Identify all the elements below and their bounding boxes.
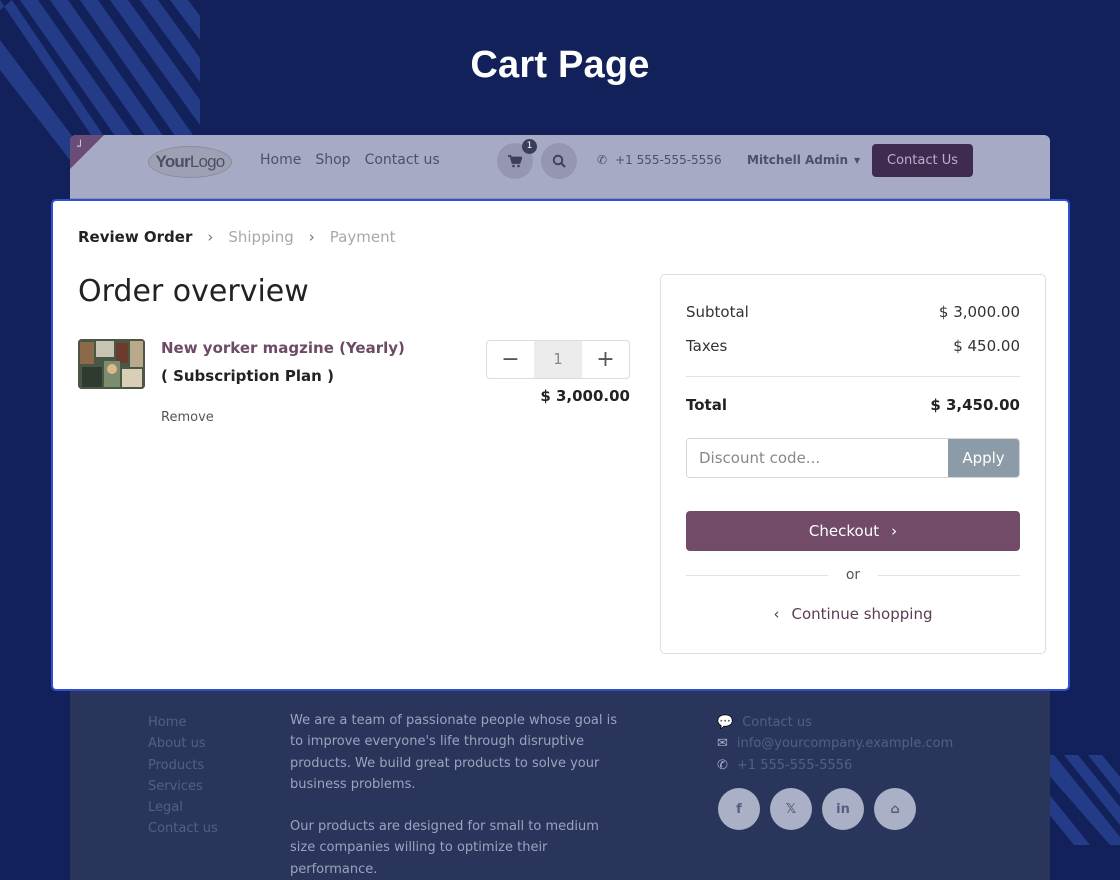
user-name: Mitchell Admin [747, 153, 849, 167]
taxes-label: Taxes [686, 337, 728, 355]
plus-button[interactable]: + [582, 341, 629, 378]
header-phone[interactable]: ✆ +1 555-555-5556 [597, 153, 722, 167]
site-logo[interactable]: YourLogo [148, 146, 232, 178]
footer-link-products[interactable]: Products [148, 755, 218, 776]
or-label: or [845, 567, 861, 583]
footer-about-text-1: We are a team of passionate people whose… [290, 713, 617, 792]
header-phone-number: +1 555-555-5556 [615, 153, 722, 167]
cart-card: Review Order › Shipping › Payment Order … [51, 199, 1070, 691]
page-title: Cart Page [470, 44, 650, 86]
step-review-order[interactable]: Review Order [78, 228, 192, 246]
line-item-price: $ 3,000.00 [540, 387, 630, 405]
step-payment: Payment [329, 228, 396, 246]
search-button[interactable] [541, 143, 577, 179]
subtotal-row: Subtotal $ 3,000.00 [686, 303, 1020, 321]
nav-home[interactable]: Home [260, 152, 301, 168]
corner-icon: ┘ [77, 140, 84, 153]
linkedin-icon[interactable]: in [822, 788, 864, 830]
footer-email[interactable]: ✉ info@yourcompany.example.com [717, 733, 953, 754]
plus-icon: + [596, 347, 615, 372]
facebook-icon[interactable]: f [718, 788, 760, 830]
home-icon[interactable]: ⌂ [874, 788, 916, 830]
minus-icon: − [501, 347, 520, 372]
or-divider: or [686, 567, 1021, 583]
search-icon [552, 154, 566, 168]
nav-shop[interactable]: Shop [315, 152, 350, 168]
discount-form: Apply [686, 438, 1020, 478]
phone-icon: ✆ [597, 153, 608, 167]
editor-corner [70, 135, 104, 169]
minus-button[interactable]: − [487, 341, 534, 378]
footer-phone-label: +1 555-555-5556 [736, 757, 853, 773]
nav-contact-us[interactable]: Contact us [365, 152, 440, 168]
order-summary: Subtotal $ 3,000.00 Taxes $ 450.00 Total… [660, 274, 1046, 654]
taxes-value: $ 450.00 [953, 337, 1020, 355]
footer-contact-link[interactable]: 💬 Contact us [717, 712, 953, 733]
envelope-icon: ✉ [717, 736, 728, 752]
footer-link-services[interactable]: Services [148, 776, 218, 797]
site-header: ┘ YourLogo Home Shop Contact us 1 ✆ +1 5… [70, 135, 1050, 199]
product-thumbnail[interactable] [78, 339, 145, 389]
continue-shopping-label: Continue shopping [791, 605, 933, 623]
apply-button[interactable]: Apply [948, 439, 1019, 477]
summary-divider [686, 376, 1020, 377]
subtotal-value: $ 3,000.00 [938, 303, 1020, 321]
decorative-stripes-bottom-right [1040, 755, 1120, 845]
quantity-input[interactable]: 1 [534, 341, 582, 378]
footer-link-home[interactable]: Home [148, 712, 218, 733]
subtotal-label: Subtotal [686, 303, 749, 321]
x-icon[interactable]: 𝕏 [770, 788, 812, 830]
total-row: Total $ 3,450.00 [686, 396, 1020, 414]
quantity-stepper: − 1 + [486, 340, 630, 379]
product-plan: ( Subscription Plan ) [161, 367, 334, 385]
footer-about: We are a team of passionate people whose… [290, 710, 620, 880]
social-links: f 𝕏 in ⌂ [718, 788, 916, 830]
footer-link-contact[interactable]: Contact us [148, 818, 218, 839]
caret-down-icon: ▼ [854, 155, 861, 165]
discount-code-input[interactable] [687, 439, 948, 477]
chevron-right-icon: › [891, 522, 898, 540]
step-shipping: Shipping [228, 228, 294, 246]
chevron-left-icon: ‹ [773, 605, 780, 623]
footer-links: Home About us Products Services Legal Co… [148, 712, 218, 840]
contact-us-button[interactable]: Contact Us [872, 144, 973, 177]
cart-icon [508, 154, 522, 167]
total-value: $ 3,450.00 [930, 396, 1020, 414]
cart-count-badge: 1 [522, 139, 537, 154]
total-label: Total [686, 396, 727, 414]
chat-icon: 💬 [717, 715, 734, 730]
taxes-row: Taxes $ 450.00 [686, 337, 1020, 355]
checkout-label: Checkout [808, 522, 880, 540]
footer-link-about[interactable]: About us [148, 733, 218, 754]
chevron-right-icon: › [308, 228, 315, 246]
product-name-link[interactable]: New yorker magzine (Yearly) [161, 339, 405, 357]
footer-email-label: info@yourcompany.example.com [736, 736, 954, 752]
user-menu[interactable]: Mitchell Admin ▼ [747, 153, 860, 167]
footer-about-text-2: Our products are designed for small to m… [290, 819, 599, 877]
order-overview-heading: Order overview [78, 274, 309, 309]
phone-icon: ✆ [717, 757, 728, 773]
footer-contact-label: Contact us [742, 715, 812, 730]
footer-link-legal[interactable]: Legal [148, 797, 218, 818]
checkout-steps: Review Order › Shipping › Payment [78, 228, 395, 246]
main-nav: Home Shop Contact us [260, 152, 440, 168]
remove-link[interactable]: Remove [161, 410, 214, 425]
continue-shopping-link[interactable]: ‹ Continue shopping [686, 605, 1020, 623]
footer-phone[interactable]: ✆ +1 555-555-5556 [717, 755, 953, 776]
chevron-right-icon: › [207, 228, 214, 246]
checkout-button[interactable]: Checkout › [686, 511, 1020, 551]
footer-contact: 💬 Contact us ✉ info@yourcompany.example.… [717, 712, 953, 776]
